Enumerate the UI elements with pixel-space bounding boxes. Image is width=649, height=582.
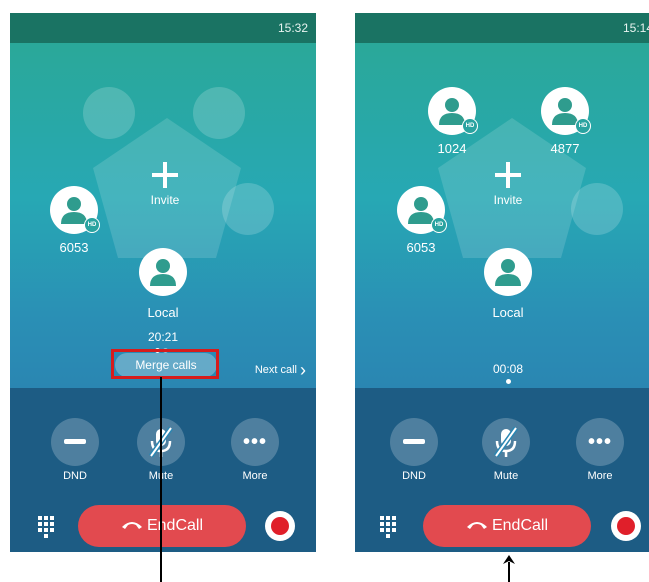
participant-label: 6053 [59, 240, 89, 255]
invite-plus-icon[interactable] [493, 160, 523, 190]
local-label: Local [492, 305, 524, 320]
conference-area: HD 1024 HD 4877 Invite HD 6053 Local 00:… [355, 43, 649, 388]
empty-slot[interactable] [222, 183, 274, 235]
empty-slot[interactable] [571, 183, 623, 235]
more-dots-icon: ••• [588, 431, 613, 453]
hd-badge: HD [431, 217, 447, 233]
empty-slot[interactable] [193, 87, 245, 139]
mute-label: Mute [493, 470, 519, 482]
participant-label: 1024 [437, 141, 467, 156]
participant-label: 6053 [406, 240, 436, 255]
local-avatar [484, 248, 532, 296]
mute-button[interactable] [482, 418, 530, 466]
phone-screen-right: 15:14 HD 1024 HD 4877 Invite [355, 13, 649, 552]
clock: 15:14 [622, 21, 649, 35]
local-avatar [139, 248, 187, 296]
person-icon [61, 197, 87, 224]
end-call-label: EndCall [491, 517, 549, 534]
page-indicator [506, 379, 526, 385]
next-call-button[interactable]: Next call › [255, 360, 306, 381]
dnd-button[interactable] [390, 418, 438, 466]
dnd-label: DND [402, 470, 426, 482]
person-icon [408, 197, 434, 224]
next-call-label: Next call [254, 364, 297, 376]
invite-label[interactable]: Invite [125, 193, 205, 207]
annotation-line [160, 377, 162, 582]
status-bar: 15:32 [10, 13, 316, 43]
hd-badge: HD [575, 118, 591, 134]
more-dots-icon: ••• [243, 431, 268, 453]
end-call-button[interactable]: EndCall [423, 505, 591, 547]
participant-avatar[interactable]: HD [541, 87, 591, 135]
person-icon [439, 98, 465, 125]
dnd-label: DND [63, 470, 87, 482]
more-label: More [587, 470, 613, 482]
hangup-icon [466, 522, 487, 529]
participant-avatar[interactable]: HD [428, 87, 478, 135]
status-bar: 15:14 [355, 13, 649, 43]
dialpad-icon[interactable] [380, 516, 400, 538]
conference-area: Invite HD 6053 Local 20:21 [10, 43, 316, 388]
call-timer: 00:08 [492, 362, 524, 376]
end-call-button[interactable]: EndCall [78, 505, 246, 547]
hangup-icon [121, 522, 142, 529]
mic-muted-icon [493, 426, 519, 458]
hd-badge: HD [462, 118, 478, 134]
person-icon [552, 98, 578, 125]
more-label: More [242, 470, 268, 482]
empty-slot[interactable] [83, 87, 135, 139]
record-button[interactable] [611, 511, 641, 541]
call-timer: 20:21 [147, 330, 179, 344]
page-dot-active [506, 379, 511, 384]
more-button[interactable]: ••• [576, 418, 624, 466]
participant-avatar[interactable]: HD [50, 186, 100, 234]
record-button[interactable] [265, 511, 295, 541]
dialpad-icon[interactable] [38, 516, 58, 538]
participant-label: 4877 [550, 141, 580, 156]
participant-avatar[interactable]: HD [397, 186, 447, 234]
end-call-label: EndCall [146, 517, 204, 534]
invite-label[interactable]: Invite [468, 193, 548, 207]
chevron-right-icon: › [300, 360, 306, 380]
person-icon [495, 259, 521, 286]
arrow-up-icon [503, 555, 515, 564]
clock: 15:32 [277, 21, 308, 35]
person-icon [150, 259, 176, 286]
invite-plus-icon[interactable] [150, 160, 180, 190]
minus-icon [64, 439, 86, 444]
hd-badge: HD [84, 217, 100, 233]
phone-screen-left: 15:32 Invite HD 6053 Local 20:21 Merge c… [10, 13, 316, 552]
highlight-box [111, 349, 219, 379]
dnd-button[interactable] [51, 418, 99, 466]
annotation-arrow [508, 562, 510, 582]
minus-icon [403, 439, 425, 444]
more-button[interactable]: ••• [231, 418, 279, 466]
local-label: Local [147, 305, 179, 320]
